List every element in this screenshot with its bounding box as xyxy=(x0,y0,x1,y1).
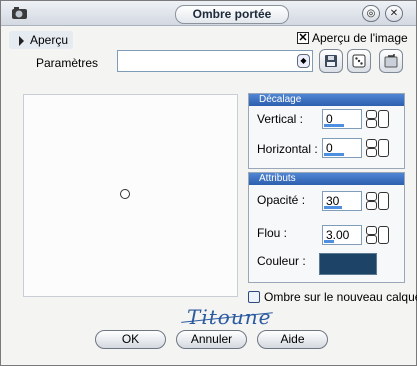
horizontal-slider-bar[interactable] xyxy=(324,153,344,156)
opacite-slider-bar[interactable] xyxy=(324,206,342,209)
opacite-up-icon[interactable] xyxy=(366,192,377,201)
dice-icon xyxy=(352,54,366,68)
title-bar[interactable]: Ombre portée ◎ ✕ xyxy=(1,1,416,26)
new-layer-label: Ombre sur le nouveau calque xyxy=(264,290,417,304)
vertical-down-icon[interactable] xyxy=(366,119,377,128)
minimize-icon: ◎ xyxy=(366,8,376,19)
horizontal-field[interactable]: 0 xyxy=(322,138,362,158)
flou-down-icon[interactable] xyxy=(366,235,377,244)
reset-button[interactable] xyxy=(379,49,403,73)
opacite-down-icon[interactable] xyxy=(366,201,377,210)
opacite-field[interactable]: 30 xyxy=(322,191,362,211)
shadow-offset-handle[interactable] xyxy=(120,189,130,199)
preview-tab-label: Aperçu xyxy=(30,33,69,47)
flou-label: Flou : xyxy=(257,226,288,240)
image-preview-checkbox[interactable]: ✕ xyxy=(297,32,309,44)
window-title: Ombre portée xyxy=(175,5,289,24)
minimize-button[interactable]: ◎ xyxy=(362,5,380,22)
opacite-spinner[interactable] xyxy=(366,191,390,211)
image-preview-label: Aperçu de l'image xyxy=(312,31,408,45)
attributs-header: Attributs xyxy=(249,173,404,185)
help-button[interactable]: Aide xyxy=(257,330,328,349)
close-button[interactable]: ✕ xyxy=(385,5,403,22)
flou-up-icon[interactable] xyxy=(366,226,377,235)
vertical-field[interactable]: 0 xyxy=(322,109,362,129)
color-swatch[interactable] xyxy=(319,253,377,275)
random-button[interactable] xyxy=(347,49,371,73)
decalage-group: Décalage Vertical : 0 Horizontal : 0 xyxy=(248,93,405,169)
dialog-window: Ombre portée ◎ ✕ Aperçu ✕ Aperçu de l'im… xyxy=(0,0,417,366)
vertical-reset-icon[interactable] xyxy=(378,110,389,128)
vertical-label: Vertical : xyxy=(257,112,304,126)
new-layer-checkbox[interactable] xyxy=(248,291,260,303)
presets-label: Paramètres xyxy=(36,56,99,70)
flou-field[interactable]: 3.00 xyxy=(322,225,362,245)
reset-icon xyxy=(384,54,398,68)
cancel-button[interactable]: Annuler xyxy=(176,330,247,349)
flou-slider-bar[interactable] xyxy=(324,240,334,243)
presets-dropdown[interactable] xyxy=(117,50,313,72)
couleur-label: Couleur : xyxy=(257,254,306,268)
preview-canvas[interactable] xyxy=(23,94,238,297)
vertical-up-icon[interactable] xyxy=(366,110,377,119)
save-preset-button[interactable] xyxy=(319,49,343,73)
flou-reset-icon[interactable] xyxy=(378,226,389,244)
app-icon xyxy=(11,5,29,21)
ok-button[interactable]: OK xyxy=(95,330,166,349)
decalage-header: Décalage xyxy=(249,94,404,106)
horizontal-up-icon[interactable] xyxy=(366,139,377,148)
vertical-slider-bar[interactable] xyxy=(324,124,344,127)
opacite-label: Opacité : xyxy=(257,193,306,207)
close-icon: ✕ xyxy=(389,8,399,19)
author-signature: Titoune xyxy=(187,305,272,329)
presets-spin-icon[interactable]: ◆ xyxy=(297,54,310,68)
vertical-spinner[interactable] xyxy=(366,109,390,129)
flou-spinner[interactable] xyxy=(366,225,390,245)
horizontal-label: Horizontal : xyxy=(257,142,318,156)
horizontal-reset-icon[interactable] xyxy=(378,139,389,157)
expand-triangle-icon xyxy=(19,36,24,46)
horizontal-down-icon[interactable] xyxy=(366,148,377,157)
opacite-reset-icon[interactable] xyxy=(378,192,389,210)
save-preset-icon xyxy=(325,55,337,67)
preview-tab[interactable]: Aperçu xyxy=(9,31,73,49)
horizontal-spinner[interactable] xyxy=(366,138,390,158)
